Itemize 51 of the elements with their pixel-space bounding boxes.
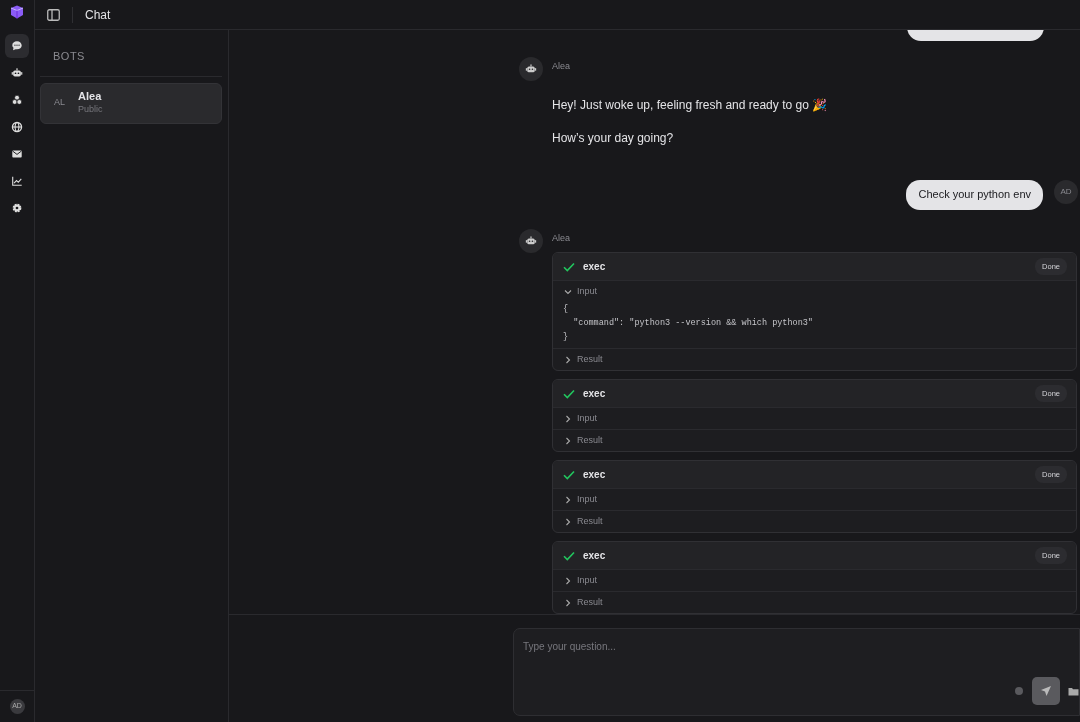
chevron-right-icon	[564, 517, 572, 526]
globe-icon	[11, 121, 23, 133]
sidebar-toggle-icon[interactable]	[47, 8, 60, 21]
nav-chat-button[interactable]	[5, 34, 29, 58]
page-title: Chat	[85, 6, 111, 24]
message-text: How’s your day going?	[552, 129, 675, 147]
message-text: Hey! Just woke up, feeling fresh and ready to go 🎉	[552, 96, 829, 114]
logo-icon	[9, 5, 25, 19]
section-toggle[interactable]: Result	[553, 349, 1076, 370]
send-icon	[1040, 685, 1052, 697]
chevron-down-icon	[564, 287, 572, 296]
tool-name: exec	[583, 549, 606, 563]
tool-name: exec	[583, 387, 606, 401]
message-input[interactable]: Type your question...	[514, 629, 1079, 715]
tool-name: exec	[583, 260, 606, 274]
bot-list-item[interactable]: AL Alea Public	[40, 82, 222, 124]
chevron-right-icon	[564, 495, 572, 504]
settings-icon	[11, 202, 23, 214]
sender-name: Alea	[552, 231, 571, 245]
chevron-right-icon	[564, 576, 572, 585]
section-heading: BOTS	[40, 48, 222, 77]
user-avatar: AD	[1054, 179, 1078, 204]
check-icon	[563, 388, 575, 399]
section-toggle[interactable]: Result	[553, 430, 1076, 451]
bot-avatar	[519, 57, 543, 81]
send-button[interactable]	[1032, 677, 1060, 705]
code-text: { "command": "python3 --version && which python3" }	[562, 303, 814, 344]
check-icon	[563, 550, 575, 561]
tool-name: exec	[583, 468, 606, 482]
section-toggle[interactable]: Input	[553, 570, 1076, 591]
check-icon	[563, 469, 575, 480]
section-toggle[interactable]: Result	[553, 511, 1076, 532]
sender-name: Alea	[552, 60, 571, 73]
section-toggle[interactable]: Input	[553, 408, 1076, 429]
attach-button[interactable]	[1014, 686, 1024, 696]
message-bubble: Check your python env	[906, 179, 1043, 210]
mail-icon	[11, 148, 23, 160]
section-toggle[interactable]: Input	[553, 281, 1076, 302]
chevron-right-icon	[564, 414, 572, 423]
section-toggle[interactable]: Input	[553, 489, 1076, 510]
cluster-icon	[11, 94, 23, 106]
chat-icon	[11, 40, 23, 52]
robot-icon	[11, 67, 23, 79]
chart-icon	[11, 175, 23, 187]
check-icon	[563, 261, 575, 272]
chevron-right-icon	[564, 436, 572, 445]
folder-button[interactable]	[1068, 686, 1079, 696]
chevron-right-icon	[564, 355, 572, 364]
section-toggle[interactable]: Result	[553, 592, 1076, 613]
chevron-right-icon	[564, 598, 572, 607]
bot-avatar	[519, 228, 543, 253]
